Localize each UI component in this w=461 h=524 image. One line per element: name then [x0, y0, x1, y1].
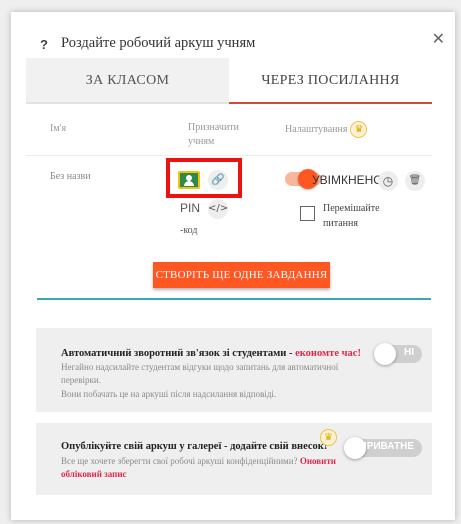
help-icon[interactable]: ? — [40, 37, 48, 52]
private-toggle[interactable]: ПРИВАТНЕ — [344, 437, 422, 459]
premium-crown-icon: ♛ — [320, 429, 337, 446]
column-header-name: Ім'я — [50, 123, 67, 134]
embed-code-icon[interactable]: </> — [208, 199, 228, 219]
auto-feedback-description-2: Вони побачать це на аркуші після надсила… — [61, 389, 277, 399]
toggle-knob — [374, 343, 396, 365]
pin-button[interactable]: PIN — [180, 201, 200, 215]
create-another-assignment-button[interactable]: СТВОРІТЬ ЩЕ ОДНЕ ЗАВДАННЯ — [153, 262, 330, 288]
shuffle-questions-label: Перемішайте питання — [323, 203, 380, 229]
auto-feedback-panel: Автоматичний зворотний зв'язок зі студен… — [36, 328, 432, 412]
auto-feedback-description: Негайно надсилайте студентам відгуки щод… — [61, 362, 339, 385]
tab-by-link[interactable]: ЧЕРЕЗ ПОСИЛАННЯ — [229, 58, 432, 104]
tab-by-class[interactable]: ЗА КЛАСОМ — [26, 58, 229, 104]
gallery-description-text: Все ще хочете зберегти свої робочі аркуш… — [61, 456, 298, 466]
auto-feedback-toggle-label: НІ — [404, 347, 414, 358]
copy-link-icon[interactable]: 🔗 — [208, 170, 228, 190]
toggle-status-label: УВІМКНЕНО — [312, 173, 383, 187]
section-divider — [37, 298, 431, 300]
auto-feedback-title-text: Автоматичний зворотний зв'язок зі студен… — [61, 348, 287, 359]
dialog-title: Роздайте робочий аркуш учням — [61, 35, 256, 51]
gallery-panel: Опублікуйте свій аркуш у галереї - додай… — [36, 423, 432, 495]
column-header-assign: Призначити учням — [188, 122, 240, 147]
google-classroom-icon[interactable] — [178, 171, 200, 189]
gallery-description: Все ще хочете зберегти свої робочі аркуш… — [61, 455, 341, 481]
assignment-name[interactable]: Без назви — [50, 171, 91, 182]
timer-icon[interactable]: ◷ — [378, 171, 398, 191]
private-toggle-label: ПРИВАТНЕ — [359, 441, 415, 452]
auto-feedback-toggle[interactable]: НІ — [374, 343, 422, 365]
gallery-title: Опублікуйте свій аркуш у галереї - додай… — [61, 441, 328, 452]
save-time-text: економте час! — [295, 348, 361, 359]
settings-header-label: Налаштування — [285, 123, 348, 135]
pin-code-label: -код — [180, 225, 198, 236]
column-header-settings: Налаштування ♛ — [285, 121, 368, 138]
auto-feedback-title: Автоматичний зворотний зв'язок зі студен… — [61, 348, 391, 359]
assign-tabs: ЗА КЛАСОМ ЧЕРЕЗ ПОСИЛАННЯ — [26, 58, 432, 104]
shuffle-questions-checkbox[interactable] — [300, 206, 315, 221]
title-separator: - — [286, 348, 296, 359]
delete-icon[interactable]: 🗑 — [405, 171, 425, 191]
close-icon[interactable]: ✕ — [432, 29, 445, 48]
row-divider — [26, 155, 432, 156]
premium-crown-icon: ♛ — [350, 121, 368, 138]
